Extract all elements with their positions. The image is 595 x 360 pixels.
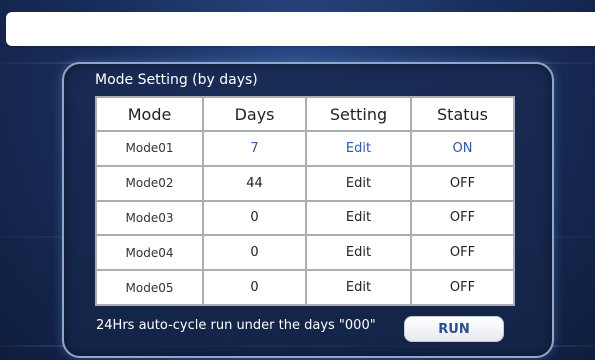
edit-button[interactable]: Edit [305, 234, 413, 272]
mode-name-cell: Mode01 [94, 130, 205, 167]
edit-button[interactable]: Edit [305, 269, 413, 306]
panel-title: Mode Setting (by days) [95, 72, 258, 88]
table-header-row: Mode Days Setting Status [94, 96, 515, 132]
edit-button[interactable]: Edit [305, 164, 413, 202]
days-cell[interactable]: 7 [202, 130, 308, 167]
header-bar [6, 12, 595, 46]
table-row: Mode04 0 Edit OFF [94, 234, 515, 272]
days-cell[interactable]: 0 [202, 199, 308, 237]
header-setting: Setting [305, 96, 413, 132]
days-cell[interactable]: 0 [202, 234, 308, 272]
table-row: Mode05 0 Edit OFF [94, 269, 515, 306]
status-toggle[interactable]: ON [410, 130, 515, 167]
header-status: Status [410, 96, 515, 132]
mode-name-cell: Mode04 [94, 234, 205, 272]
days-cell[interactable]: 0 [202, 269, 308, 306]
run-button[interactable]: RUN [404, 316, 504, 342]
status-toggle[interactable]: OFF [410, 269, 515, 306]
table-row: Mode03 0 Edit OFF [94, 199, 515, 237]
days-cell[interactable]: 44 [202, 164, 308, 202]
table-row: Mode02 44 Edit OFF [94, 164, 515, 202]
auto-cycle-note: 24Hrs auto-cycle run under the days "000… [96, 318, 376, 333]
status-toggle[interactable]: OFF [410, 164, 515, 202]
edit-button[interactable]: Edit [305, 199, 413, 237]
status-toggle[interactable]: OFF [410, 199, 515, 237]
mode-name-cell: Mode05 [94, 269, 205, 306]
header-mode: Mode [94, 96, 205, 132]
mode-name-cell: Mode02 [94, 164, 205, 202]
header-days: Days [202, 96, 308, 132]
mode-name-cell: Mode03 [94, 199, 205, 237]
screen-background: Mode Setting (by days) Mode Days Setting… [0, 0, 595, 360]
table-row: Mode01 7 Edit ON [94, 130, 515, 167]
status-toggle[interactable]: OFF [410, 234, 515, 272]
edit-button[interactable]: Edit [305, 130, 413, 167]
mode-table: Mode Days Setting Status Mode01 7 Edit O… [94, 96, 515, 306]
